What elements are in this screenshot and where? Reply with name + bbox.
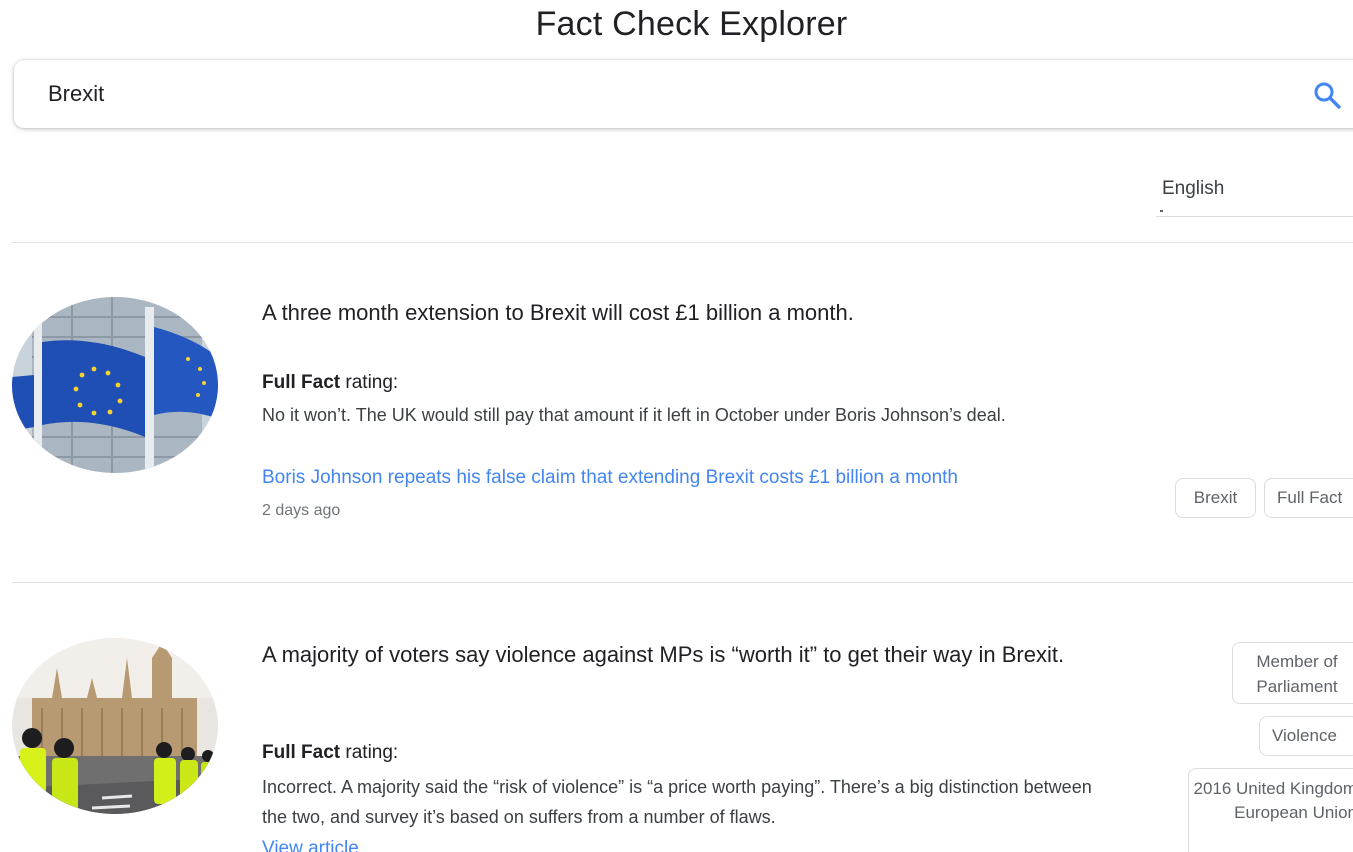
rating-heading: Full Fact rating: bbox=[262, 372, 398, 394]
rating-label: rating: bbox=[345, 742, 399, 763]
rating-label: rating: bbox=[345, 372, 399, 393]
claim-image bbox=[12, 297, 218, 473]
claim-image bbox=[12, 638, 218, 814]
tag-chip[interactable]: Violence bbox=[1259, 716, 1353, 756]
tag-chip[interactable]: Brexit bbox=[1175, 478, 1256, 518]
article-link[interactable]: Boris Johnson repeats his false claim th… bbox=[262, 467, 958, 489]
language-select-value: English bbox=[1162, 178, 1225, 199]
divider bbox=[12, 242, 1353, 243]
tag-chip[interactable]: Full Fact bbox=[1264, 478, 1353, 518]
tag-chip[interactable]: Member of Parliament bbox=[1232, 642, 1353, 704]
fact-check-explorer-page: Fact Check Explorer English bbox=[0, 0, 1353, 852]
search-input[interactable] bbox=[14, 60, 1274, 128]
search-bar bbox=[14, 60, 1353, 128]
rating-text: No it won’t. The UK would still pay that… bbox=[262, 405, 1006, 425]
article-link[interactable]: View article bbox=[262, 838, 359, 852]
chevron-down-icon bbox=[1160, 210, 1163, 212]
search-icon[interactable] bbox=[1312, 80, 1342, 110]
tag-chip[interactable]: 2016 United Kingdom European Union bbox=[1188, 768, 1353, 852]
publisher-name: Full Fact bbox=[262, 372, 341, 393]
claim-text: A majority of voters say violence agains… bbox=[262, 642, 1065, 667]
claim-text: A three month extension to Brexit will c… bbox=[262, 300, 854, 325]
rating-heading: Full Fact rating: bbox=[262, 742, 398, 764]
rating-text: Incorrect. A majority said the “risk of … bbox=[262, 777, 1092, 827]
page-title: Fact Check Explorer bbox=[535, 5, 848, 43]
language-select[interactable]: English bbox=[1156, 172, 1353, 217]
divider bbox=[12, 582, 1353, 583]
result-date: 2 days ago bbox=[262, 502, 341, 519]
publisher-name: Full Fact bbox=[262, 742, 341, 763]
